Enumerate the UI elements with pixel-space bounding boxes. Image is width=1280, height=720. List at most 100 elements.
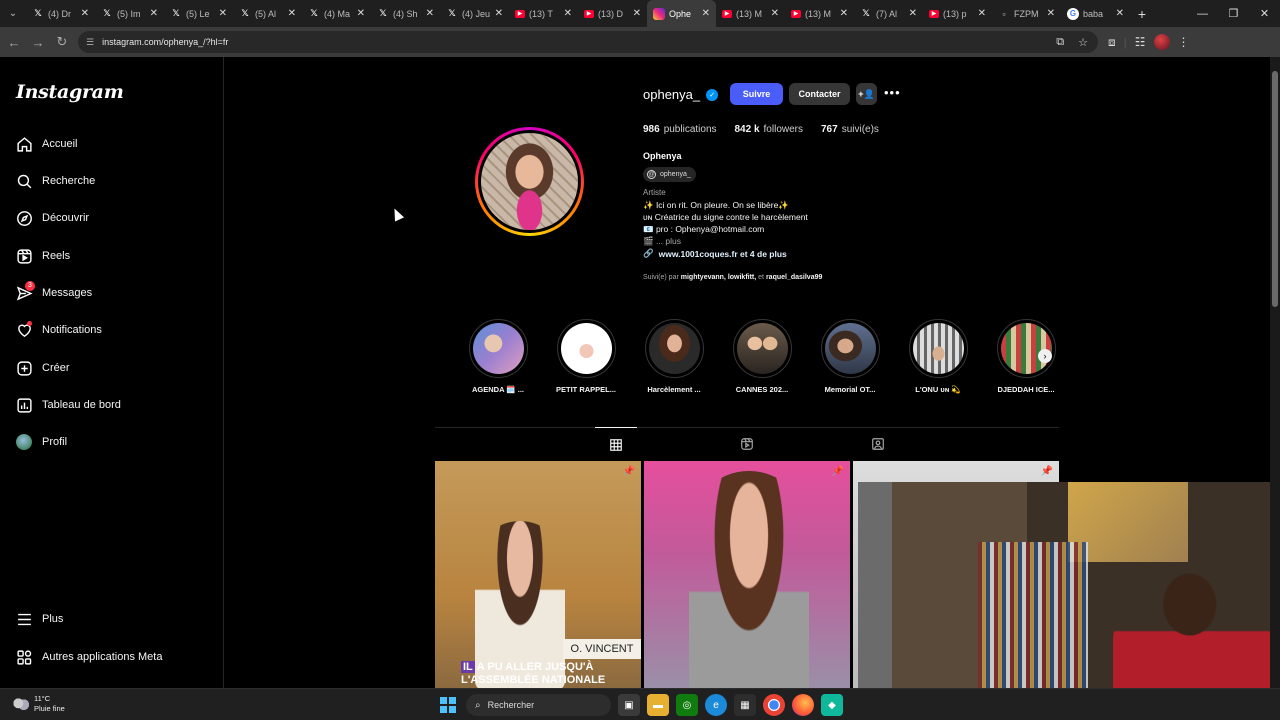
sidebar-item-dashboard[interactable]: Tableau de bord xyxy=(12,390,121,420)
highlight-item[interactable]: PETIT RAPPEL... xyxy=(546,319,626,394)
browser-tab[interactable]: ▶ (13) T ✕ xyxy=(509,0,578,27)
highlight-item[interactable]: L'ONU ᴜɴ 💫 xyxy=(898,319,978,394)
sidebar-item-more[interactable]: Plus xyxy=(12,604,63,634)
instagram-logo[interactable]: Instagram xyxy=(16,81,124,103)
reload-icon[interactable]: ↻ xyxy=(50,27,74,57)
firefox-icon[interactable] xyxy=(792,694,814,716)
browser-tab[interactable]: 𝕏 (5) Le ✕ xyxy=(164,0,233,27)
browser-tab[interactable]: ▶ (13) D ✕ xyxy=(578,0,647,27)
profile-link[interactable]: 🔗 www.1001coques.fr et 4 de plus xyxy=(643,248,787,259)
close-tab-icon[interactable]: ✕ xyxy=(288,8,296,19)
tab-reels[interactable] xyxy=(726,427,768,461)
sidebar-item-reels[interactable]: Reels xyxy=(12,241,70,271)
browser-tab[interactable]: 𝕏 (5) Al ✕ xyxy=(233,0,302,27)
sidebar-item-explore[interactable]: Découvrir xyxy=(12,203,89,233)
browser-tab[interactable]: ▶ (13) M ✕ xyxy=(716,0,785,27)
tab-posts[interactable] xyxy=(595,427,637,461)
browser-tab[interactable]: ▶ (13) M ✕ xyxy=(785,0,854,27)
chrome-icon[interactable] xyxy=(763,694,785,716)
close-tab-icon[interactable]: ✕ xyxy=(702,8,710,19)
weather-widget[interactable]: 11°C Pluie fine xyxy=(12,694,65,714)
close-tab-icon[interactable]: ✕ xyxy=(219,8,227,19)
reading-list-icon[interactable]: ☷ xyxy=(1135,35,1146,49)
compass-icon xyxy=(12,206,36,230)
xbox-icon[interactable]: ◎ xyxy=(676,694,698,716)
close-window-icon[interactable]: ✕ xyxy=(1249,0,1280,27)
highlight-item[interactable]: Memorial OT... xyxy=(810,319,890,394)
close-tab-icon[interactable]: ✕ xyxy=(771,8,779,19)
close-tab-icon[interactable]: ✕ xyxy=(150,8,158,19)
highlight-item[interactable]: AGENDA 🗓️ ... xyxy=(458,319,538,394)
close-tab-icon[interactable]: ✕ xyxy=(357,8,365,19)
task-view-icon[interactable]: ▣ xyxy=(618,694,640,716)
new-tab-button[interactable]: + xyxy=(1130,6,1154,22)
browser-tab[interactable]: 𝕏 (4) Sh ✕ xyxy=(371,0,440,27)
app-icon[interactable]: ◆ xyxy=(821,694,843,716)
post-tile[interactable]: 📌 xyxy=(644,461,850,688)
highlight-item[interactable]: CANNES 202... xyxy=(722,319,802,394)
followed-by[interactable]: Suivi(e) par mightyevann, lowikfitt, et … xyxy=(643,274,822,281)
bookmark-star-icon[interactable]: ☆ xyxy=(1078,36,1088,49)
close-tab-icon[interactable]: ✕ xyxy=(81,8,89,19)
browser-profile-avatar[interactable] xyxy=(1153,34,1170,50)
bookshelf xyxy=(978,542,1088,688)
close-tab-icon[interactable]: ✕ xyxy=(1047,8,1055,19)
close-tab-icon[interactable]: ✕ xyxy=(426,8,434,19)
edge-icon[interactable]: e xyxy=(705,694,727,716)
webcam-overlay xyxy=(858,482,1280,688)
browser-tab[interactable]: Gbaba ✕ xyxy=(1061,0,1130,27)
file-explorer-icon[interactable]: ▬ xyxy=(647,694,669,716)
extensions-icon[interactable]: ⧈ xyxy=(1108,35,1116,50)
browser-tab[interactable]: 𝕏 (4) Dr ✕ xyxy=(26,0,95,27)
taskbar-search[interactable]: ⌕ Rechercher xyxy=(466,694,611,716)
sidebar-item-meta-apps[interactable]: Autres applications Meta xyxy=(12,642,162,672)
following-count[interactable]: 767 suivi(e)s xyxy=(821,124,879,135)
close-tab-icon[interactable]: ✕ xyxy=(495,8,503,19)
close-tab-icon[interactable]: ✕ xyxy=(564,8,572,19)
install-app-icon[interactable]: ⧉ xyxy=(1056,36,1064,49)
followers-count[interactable]: 842 k followers xyxy=(735,124,804,135)
sidebar-item-messages[interactable]: 3 Messages xyxy=(12,278,92,308)
bio-more[interactable]: 🎬 ... plus xyxy=(643,235,808,247)
tab-tagged[interactable] xyxy=(857,427,899,461)
browser-menu-icon[interactable]: ⋮ xyxy=(1178,35,1190,49)
close-tab-icon[interactable]: ✕ xyxy=(978,8,986,19)
browser-tab[interactable]: ▶ (13) p ✕ xyxy=(923,0,992,27)
back-icon[interactable]: ← xyxy=(2,27,26,57)
scrollbar-thumb[interactable] xyxy=(1272,71,1278,307)
browser-tab-active[interactable]: Ophe ✕ xyxy=(647,0,716,27)
profile-picture-story-ring[interactable] xyxy=(475,127,584,236)
sidebar-item-home[interactable]: Accueil xyxy=(12,129,77,159)
browser-tab[interactable]: 𝕏 (4) Ma ✕ xyxy=(302,0,371,27)
browser-tab[interactable]: 𝕏 (5) Im ✕ xyxy=(95,0,164,27)
sidebar-item-notifications[interactable]: Notifications xyxy=(12,315,102,345)
highlight-item[interactable]: Harcèlement ... xyxy=(634,319,714,394)
highlights-next-icon[interactable]: › xyxy=(1038,349,1052,363)
threads-badge[interactable]: @ ophenya_ xyxy=(643,167,696,182)
follow-button[interactable]: Suivre xyxy=(730,83,783,105)
close-tab-icon[interactable]: ✕ xyxy=(633,8,641,19)
page-scrollbar[interactable] xyxy=(1270,57,1280,688)
sidebar-item-search[interactable]: Recherche xyxy=(12,166,95,196)
minimize-icon[interactable]: — xyxy=(1187,0,1218,27)
post-tile[interactable]: O. VINCENT IL A PU ALLER JUSQU'À L'ASSEMBL… xyxy=(435,461,641,688)
forward-icon[interactable]: → xyxy=(26,27,50,57)
site-info-icon[interactable]: ☰ xyxy=(86,37,94,48)
contact-button[interactable]: Contacter xyxy=(789,83,850,105)
close-tab-icon[interactable]: ✕ xyxy=(909,8,917,19)
restore-icon[interactable]: ❐ xyxy=(1218,0,1249,27)
browser-tab[interactable]: 𝕏 (7) Al ✕ xyxy=(854,0,923,27)
store-icon[interactable]: ▦ xyxy=(734,694,756,716)
windows-start-icon[interactable] xyxy=(440,697,456,713)
browser-tab[interactable]: 𝕏 (4) Jeu ✕ xyxy=(440,0,509,27)
sidebar-item-create[interactable]: Créer xyxy=(12,353,70,383)
highlight-item[interactable]: DJEDDAH ICE... xyxy=(986,319,1066,394)
more-options-icon[interactable]: ••• xyxy=(884,85,901,100)
close-tab-icon[interactable]: ✕ xyxy=(1116,8,1124,19)
tab-search-button[interactable]: ⌄ xyxy=(0,0,26,27)
browser-tab[interactable]: ▫ FZPM ✕ xyxy=(992,0,1061,27)
sidebar-item-profile[interactable]: Profil xyxy=(12,427,67,457)
close-tab-icon[interactable]: ✕ xyxy=(840,8,848,19)
suggested-accounts-button[interactable]: +👤 xyxy=(856,83,877,105)
address-bar[interactable]: ☰ instagram.com/ophenya_/?hl=fr ⧉ ☆ xyxy=(78,31,1098,53)
